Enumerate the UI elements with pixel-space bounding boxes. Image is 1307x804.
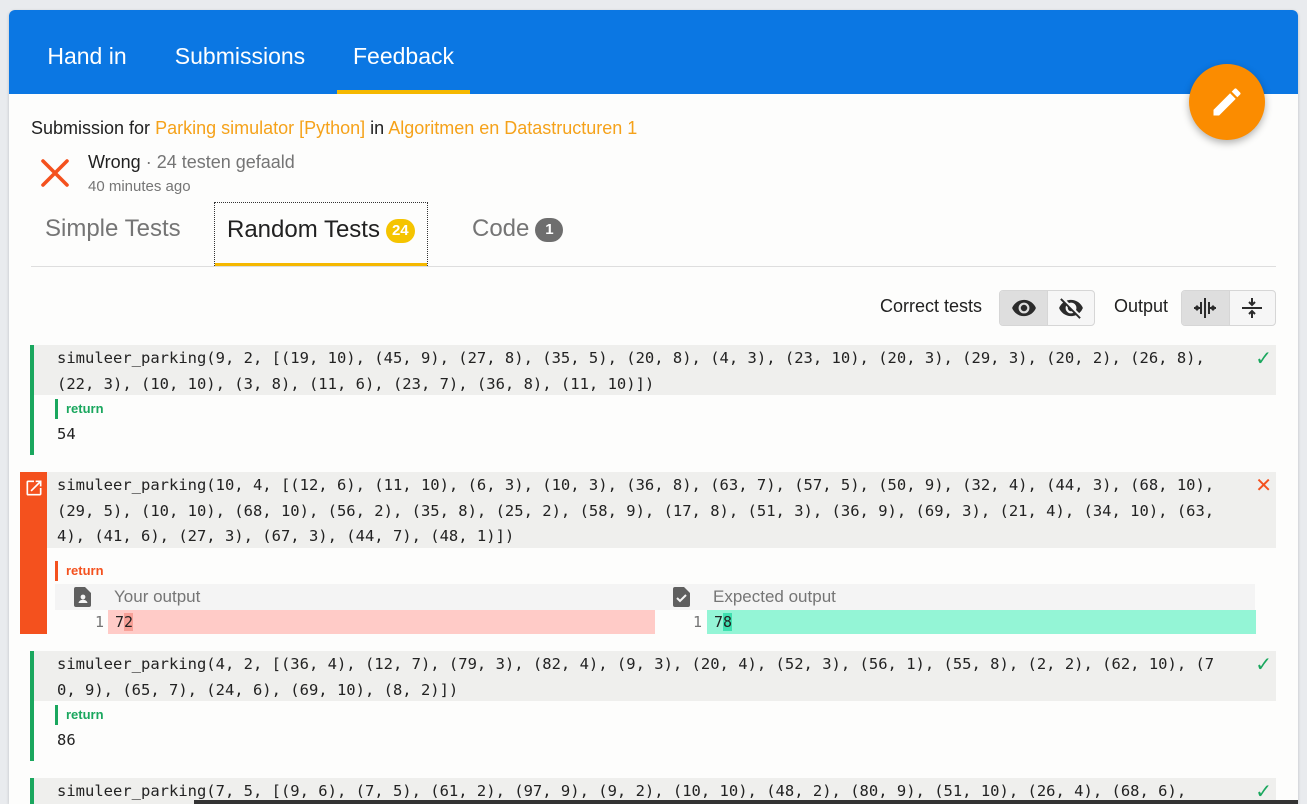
pencil-icon: [1213, 88, 1241, 116]
expected-output-label: Expected output: [713, 587, 836, 606]
code-count-badge: 1: [535, 218, 564, 242]
tab-submissions[interactable]: Submissions: [155, 10, 325, 94]
tab-hand-in[interactable]: Hand in: [31, 10, 143, 94]
submission-in: in: [365, 118, 389, 138]
subtab-divider: [31, 266, 1276, 267]
status-summary: · 24 testen gefaald: [140, 152, 295, 172]
hide-correct-button[interactable]: [1047, 291, 1094, 325]
subtab-simple-tests[interactable]: Simple Tests: [45, 202, 181, 266]
test-case-correct: simuleer_parking(9, 2, [(19, 10), (45, 9…: [30, 345, 1276, 455]
your-line-number: 1: [94, 613, 104, 631]
correct-tests-label: Correct tests: [880, 296, 983, 316]
test-expression: simuleer_parking(9, 2, [(19, 10), (45, 9…: [34, 345, 1276, 395]
return-label: return: [55, 399, 104, 419]
return-label: return: [55, 705, 104, 725]
tab-feedback[interactable]: Feedback: [337, 10, 470, 94]
edit-fab-button[interactable]: [1189, 64, 1265, 140]
expected-output-common: 7: [714, 613, 724, 631]
your-output-common: 7: [115, 613, 125, 631]
eye-off-icon: [1059, 298, 1083, 319]
subtab-label: Simple Tests: [45, 215, 181, 242]
status-text: Wrong · 24 testen gefaald: [88, 152, 295, 173]
cross-icon: ✕: [1255, 475, 1272, 497]
file-check-icon: [673, 587, 690, 607]
subtab-code[interactable]: Code 1: [472, 202, 564, 266]
check-icon: ✓: [1255, 654, 1272, 676]
split-vertical-icon: [1194, 298, 1217, 318]
submission-prefix: Submission for: [31, 118, 156, 138]
output-label: Output: [1114, 296, 1169, 316]
expected-output-line: 78: [707, 610, 1256, 634]
test-case-correct: simuleer_parking(4, 2, [(36, 4), (12, 7)…: [30, 651, 1276, 761]
subtab-label: Random Tests: [227, 216, 380, 243]
test-expression: simuleer_parking(4, 2, [(36, 4), (12, 7)…: [34, 651, 1276, 701]
test-case-wrong: simuleer_parking(10, 4, [(12, 6), (11, 1…: [20, 472, 1276, 634]
top-tab-bar: Hand in Submissions Feedback: [9, 10, 1298, 94]
show-correct-button[interactable]: [1000, 291, 1047, 325]
exercise-link[interactable]: Parking simulator [Python]: [155, 118, 365, 138]
return-label: return: [55, 561, 104, 581]
output-layout-toggle: [1181, 290, 1276, 326]
failed-count-badge: 24: [385, 219, 415, 243]
wrong-status-icon: [41, 159, 69, 187]
your-output-line: 72: [108, 610, 655, 634]
your-output-diff: 2: [124, 613, 134, 631]
check-icon: ✓: [1255, 348, 1272, 370]
status-result: Wrong: [88, 152, 141, 172]
stacked-button[interactable]: [1228, 291, 1276, 325]
test-expression: simuleer_parking(10, 4, [(12, 6), (11, 1…: [47, 472, 1276, 548]
feedback-card: Hand in Submissions Feedback Submission …: [9, 10, 1298, 804]
horizontal-scrollbar[interactable]: [194, 800, 1298, 804]
side-by-side-button[interactable]: [1182, 291, 1229, 325]
subtab-label: Code: [472, 215, 530, 242]
eye-icon: [1011, 299, 1036, 317]
expected-line-number: 1: [692, 613, 702, 631]
file-icon: [74, 587, 91, 607]
return-value: 86: [57, 731, 76, 749]
correct-tests-toggle: [999, 290, 1095, 326]
course-link[interactable]: Algoritmen en Datastructuren 1: [388, 118, 637, 138]
open-external-icon[interactable]: [24, 478, 44, 498]
return-value: 54: [57, 425, 76, 443]
diff-header: Your output Expected output: [55, 584, 1255, 610]
your-output-label: Your output: [114, 587, 201, 606]
status-time: 40 minutes ago: [88, 178, 191, 195]
split-horizontal-icon: [1242, 298, 1263, 318]
submission-line: Submission for Parking simulator [Python…: [31, 118, 637, 139]
expected-output-diff: 8: [723, 613, 733, 631]
subtab-random-tests[interactable]: Random Tests 24: [214, 202, 428, 266]
